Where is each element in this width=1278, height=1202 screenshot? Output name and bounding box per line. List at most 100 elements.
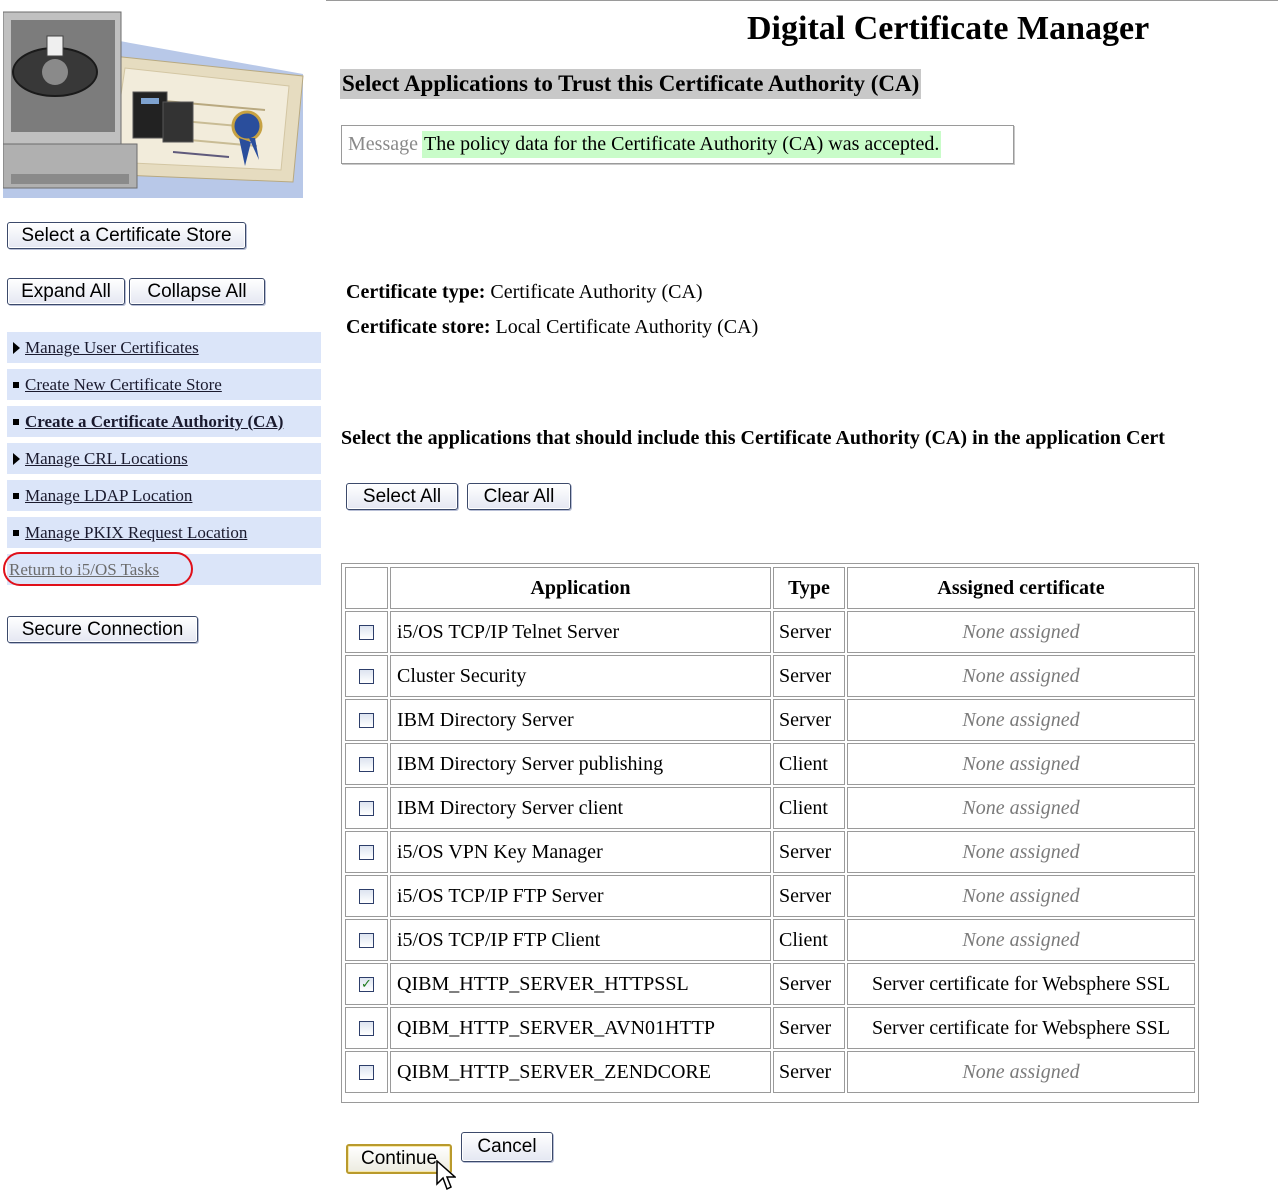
secure-connection-button[interactable]: Secure Connection [7, 616, 198, 643]
select-all-button[interactable]: Select All [346, 483, 458, 510]
row-checkbox-cell [345, 831, 388, 873]
application-cell: QIBM_HTTP_SERVER_HTTPSSL [390, 963, 771, 1005]
application-cell: IBM Directory Server client [390, 787, 771, 829]
row-checkbox-cell [345, 699, 388, 741]
bullet-square-icon [13, 418, 19, 425]
message-text: The policy data for the Certificate Auth… [421, 131, 942, 158]
section-title: Select Applications to Trust this Certif… [340, 69, 922, 99]
checkbox-column-header [345, 567, 388, 609]
select-certificate-store-button[interactable]: Select a Certificate Store [7, 222, 246, 249]
type-cell: Server [773, 1007, 845, 1049]
nav-item-label: Create a Certificate Authority (CA) [25, 411, 284, 431]
row-checkbox-cell [345, 655, 388, 697]
assigned-certificate-cell: Server certificate for Websphere SSL [847, 963, 1195, 1005]
type-cell: Server [773, 699, 845, 741]
application-checkbox[interactable] [359, 712, 374, 728]
type-cell: Server [773, 875, 845, 917]
certificate-type-label: Certificate type: [346, 281, 486, 303]
row-checkbox-cell [345, 919, 388, 961]
application-cell: QIBM_HTTP_SERVER_AVN01HTTP [390, 1007, 771, 1049]
assigned-certificate-cell: None assigned [847, 875, 1195, 917]
certificate-store-line: Certificate store: Local Certificate Aut… [346, 316, 758, 339]
type-cell: Server [773, 1051, 845, 1093]
highlight-oval [3, 552, 193, 586]
assigned-certificate-cell: Server certificate for Websphere SSL [847, 1007, 1195, 1049]
application-checkbox[interactable] [359, 756, 374, 772]
expand-triangle-icon [12, 452, 20, 465]
nav-item-manage-ldap-location[interactable]: Manage LDAP Location [7, 480, 321, 511]
instruction-text: Select the applications that should incl… [341, 427, 1165, 449]
application-checkbox[interactable] [359, 1020, 374, 1036]
application-checkbox[interactable] [359, 888, 374, 904]
type-cell: Client [773, 787, 845, 829]
nav-item-manage-crl-locations[interactable]: Manage CRL Locations [7, 443, 321, 474]
application-checkbox[interactable] [359, 800, 374, 816]
application-cell: i5/OS VPN Key Manager [390, 831, 771, 873]
type-cell: Server [773, 611, 845, 653]
assigned-certificate-cell: None assigned [847, 1051, 1195, 1093]
assigned-certificate-cell: None assigned [847, 699, 1195, 741]
type-cell: Client [773, 743, 845, 785]
row-checkbox-cell [345, 1007, 388, 1049]
row-checkbox-cell [345, 611, 388, 653]
bullet-square-icon [13, 529, 19, 536]
application-cell: i5/OS TCP/IP FTP Server [390, 875, 771, 917]
nav-item-manage-pkix-request-location[interactable]: Manage PKIX Request Location [7, 517, 321, 548]
type-cell: Client [773, 919, 845, 961]
column-header-assigned-certificate: Assigned certificate [847, 567, 1195, 609]
row-checkbox-cell [345, 743, 388, 785]
application-checkbox[interactable] [359, 624, 374, 640]
application-cell: i5/OS TCP/IP Telnet Server [390, 611, 771, 653]
expand-all-button[interactable]: Expand All [7, 278, 125, 305]
application-checkbox[interactable] [359, 1064, 374, 1080]
nav-item-create-certificate-authority[interactable]: Create a Certificate Authority (CA) [7, 406, 321, 437]
application-cell: QIBM_HTTP_SERVER_ZENDCORE [390, 1051, 771, 1093]
assigned-certificate-cell: None assigned [847, 743, 1195, 785]
type-cell: Server [773, 655, 845, 697]
page-title: Digital Certificate Manager [747, 10, 1150, 47]
certificate-type-value: Certificate Authority (CA) [490, 281, 703, 303]
application-cell: IBM Directory Server publishing [390, 743, 771, 785]
expand-triangle-icon [12, 341, 20, 354]
row-checkbox-cell [345, 787, 388, 829]
certificate-store-value: Local Certificate Authority (CA) [495, 316, 759, 338]
column-header-type: Type [773, 567, 845, 609]
checkmark-icon: ✓ [361, 976, 372, 992]
application-checkbox[interactable] [359, 668, 374, 684]
nav-item-label: Manage User Certificates [25, 337, 199, 357]
assigned-certificate-cell: None assigned [847, 655, 1195, 697]
nav-item-manage-user-certificates[interactable]: Manage User Certificates [7, 332, 321, 363]
type-cell: Server [773, 963, 845, 1005]
nav-item-label: Create New Certificate Store [25, 374, 222, 394]
clear-all-button[interactable]: Clear All [467, 483, 571, 510]
nav-item-label: Manage PKIX Request Location [25, 522, 248, 542]
type-cell: Server [773, 831, 845, 873]
application-checkbox-checked[interactable]: ✓ [359, 976, 374, 992]
application-cell: IBM Directory Server [390, 699, 771, 741]
application-cell: i5/OS TCP/IP FTP Client [390, 919, 771, 961]
certificate-computer-logo [3, 11, 304, 198]
certificate-type-line: Certificate type: Certificate Authority … [346, 281, 703, 304]
message-box: Message The policy data for the Certific… [341, 125, 1014, 164]
application-checkbox[interactable] [359, 932, 374, 948]
assigned-certificate-cell: None assigned [847, 787, 1195, 829]
assigned-certificate-cell: None assigned [847, 611, 1195, 653]
nav-item-label: Manage CRL Locations [25, 448, 188, 468]
message-label: Message [348, 133, 418, 155]
assigned-certificate-cell: None assigned [847, 919, 1195, 961]
row-checkbox-cell: ✓ [345, 963, 388, 1005]
column-header-application: Application [390, 567, 771, 609]
mouse-pointer-icon [436, 1160, 456, 1191]
application-cell: Cluster Security [390, 655, 771, 697]
application-checkbox[interactable] [359, 844, 374, 860]
left-navigation: Select a Certificate Store Expand All Co… [0, 0, 326, 1202]
row-checkbox-cell [345, 875, 388, 917]
nav-item-create-new-certificate-store[interactable]: Create New Certificate Store [7, 369, 321, 400]
applications-table: Application Type Assigned certificate i5… [341, 563, 1199, 1103]
row-checkbox-cell [345, 1051, 388, 1093]
bullet-square-icon [13, 492, 19, 499]
cancel-button[interactable]: Cancel [461, 1132, 553, 1162]
bullet-square-icon [13, 381, 19, 388]
collapse-all-button[interactable]: Collapse All [129, 278, 265, 305]
nav-item-label: Manage LDAP Location [25, 485, 193, 505]
